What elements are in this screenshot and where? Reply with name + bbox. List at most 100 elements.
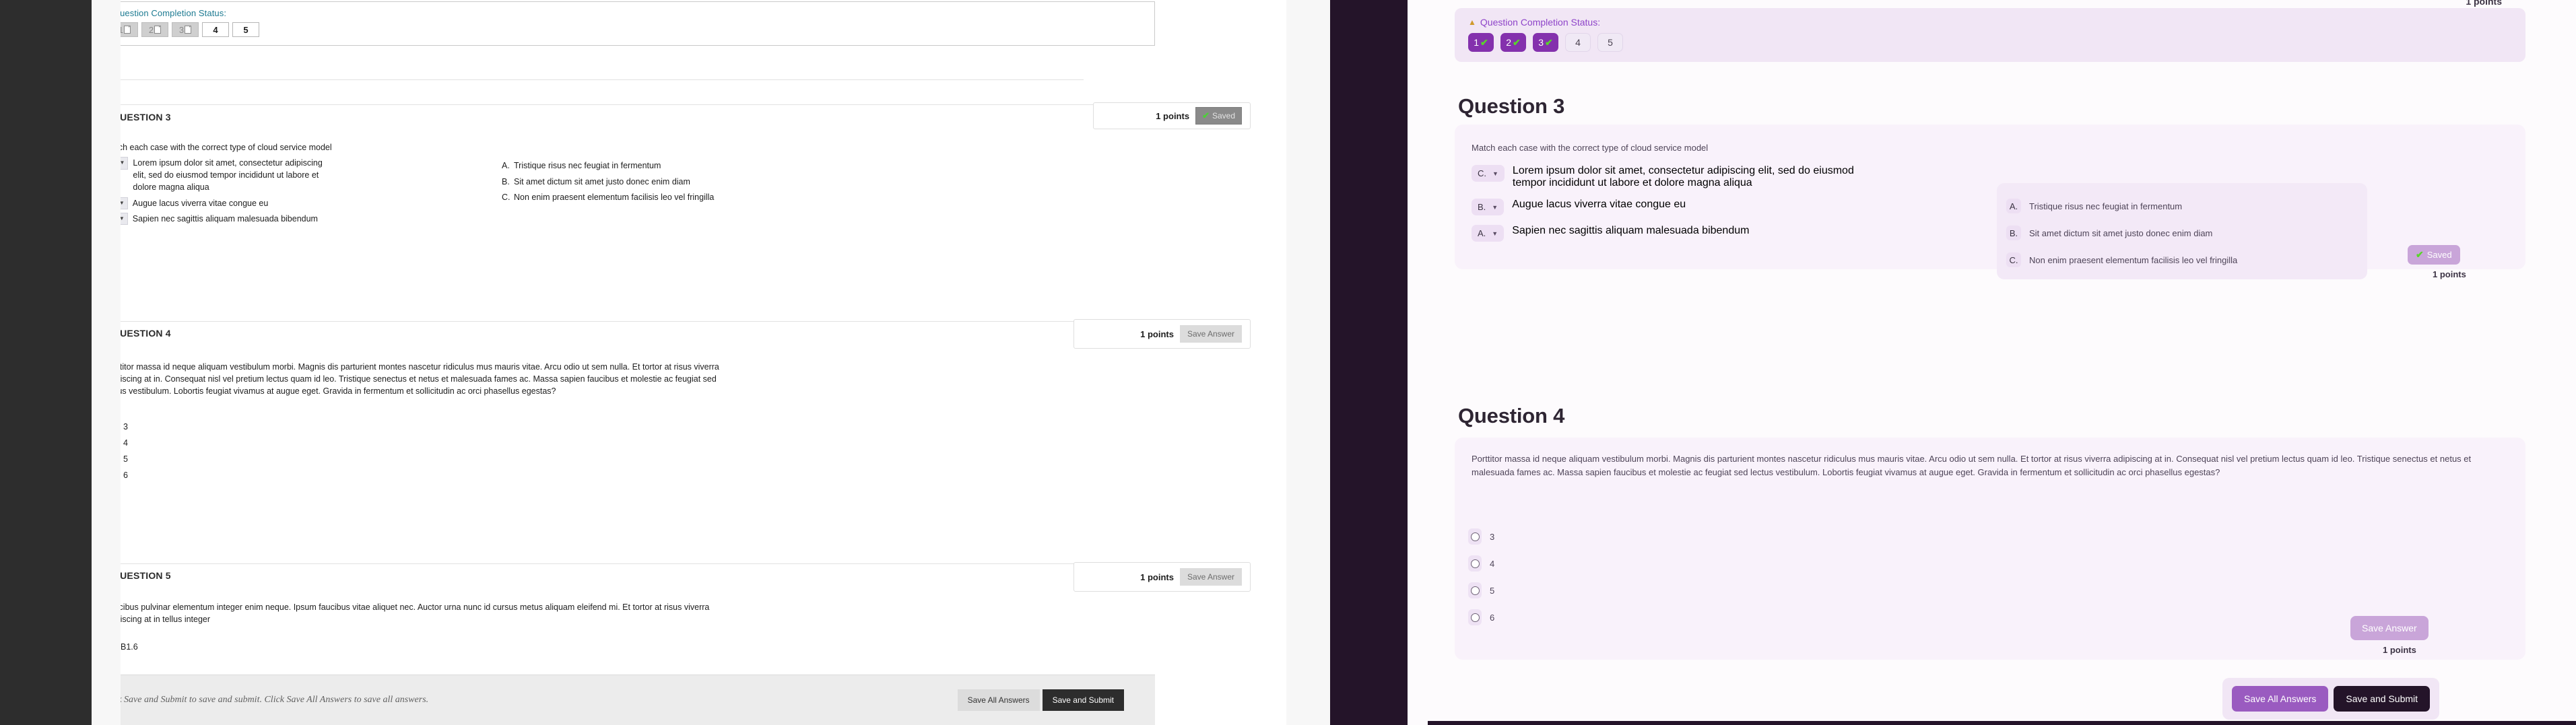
check-icon: ✔ xyxy=(1202,110,1210,121)
match-row: A. ▼ Sapien nec sagittis aliquam malesua… xyxy=(1472,225,2057,242)
option-text: Non enim praesent elementum facilisis le… xyxy=(514,193,714,202)
save-all-answers-button[interactable]: Save All Answers xyxy=(958,689,1040,711)
right-save-all-answers-button[interactable]: Save All Answers xyxy=(2232,686,2328,712)
question-4-save-answer-button[interactable]: Save Answer xyxy=(1180,325,1242,343)
right-question-nav-number: 5 xyxy=(1608,37,1613,48)
question-5-save-answer-button[interactable]: Save Answer xyxy=(1180,568,1242,586)
question-nav-button-2[interactable]: 2 xyxy=(141,22,168,37)
check-icon: ✔ xyxy=(1545,37,1553,48)
radio-option: 4 xyxy=(1468,555,1494,572)
match-row: B. ▼ Augue lacus viverra vitae congue eu xyxy=(1472,199,2057,215)
left-light-gutter xyxy=(92,0,121,725)
radio-icon xyxy=(1471,586,1480,595)
match-text-2: Augue lacus viverra vitae congue eu xyxy=(1512,199,1686,211)
right-question-nav-button-2[interactable]: 2 ✔ xyxy=(1500,33,1526,52)
match-row: C. ▼ Lorem ipsum dolor sit amet, consect… xyxy=(1472,165,2057,189)
question-completion-status-header[interactable]: ▲ Question Completion Status: xyxy=(121,8,1145,18)
match-select-3[interactable]: A. ▼ xyxy=(1472,225,1504,242)
question-5-points: 1 points xyxy=(1140,572,1174,582)
left-dark-gutter xyxy=(0,0,92,725)
right-question-4-points: 1 points xyxy=(2383,645,2416,655)
chevron-down-icon: ▼ xyxy=(121,160,125,166)
right-question-3-option-card: A. Tristique risus nec feugiat in fermen… xyxy=(1997,183,2367,279)
right-question-nav-number: 2 xyxy=(1506,37,1511,48)
question-3-heading: QUESTION 3 xyxy=(121,112,171,123)
chevron-down-icon: ▼ xyxy=(121,200,125,207)
right-question-completion-status-header[interactable]: ▲ Question Completion Status: xyxy=(1468,17,2512,28)
question-nav-button-4[interactable]: 4 xyxy=(202,22,229,37)
bottom-bar-buttons: Save All Answers Save and Submit xyxy=(958,689,1124,711)
pane-gap-white xyxy=(1408,0,1428,725)
question-4-prompt: Porttitor massa id neque aliquam vestibu… xyxy=(121,361,727,397)
question-3-saved-badge[interactable]: ✔ Saved xyxy=(1195,107,1242,125)
radio-label: 4 xyxy=(123,438,128,448)
match-text-3: Sapien nec sagittis aliquam malesuada bi… xyxy=(1512,225,1749,237)
option-letter: B. xyxy=(502,178,510,186)
question-nav-button-3[interactable]: 3 xyxy=(172,22,199,37)
radio-label: 3 xyxy=(1490,532,1494,542)
right-save-and-submit-button[interactable]: Save and Submit xyxy=(2334,686,2430,712)
divider xyxy=(121,321,1097,322)
radio-option: 6 xyxy=(121,471,128,480)
match-select-3-value: A. xyxy=(1478,228,1486,238)
right-question-3-saved-badge[interactable]: ✔ Saved xyxy=(2408,245,2460,265)
question-5-prompt: Faucibus pulvinar elementum integer enim… xyxy=(121,601,734,625)
right-question-nav-button-5[interactable]: 5 xyxy=(1597,33,1623,52)
radio-hit-area[interactable] xyxy=(1468,528,1482,545)
question-nav-number: 2 xyxy=(149,25,154,35)
question-4-heading: QUESTION 4 xyxy=(121,328,171,339)
match-row: A. ▼ Sapien nec sagittis aliquam malesua… xyxy=(121,213,455,225)
right-question-nav-button-4[interactable]: 4 xyxy=(1565,33,1591,52)
radio-option: 5 xyxy=(121,454,128,464)
radio-hit-area[interactable] xyxy=(1468,555,1482,572)
radio-label: 6 xyxy=(123,471,128,480)
page-icon xyxy=(124,26,131,34)
right-question-nav-button-1[interactable]: 1 ✔ xyxy=(1468,33,1494,52)
right-question-nav-button-3[interactable]: 3 ✔ xyxy=(1533,33,1558,52)
question-3-points: 1 points xyxy=(1156,111,1189,121)
question-nav-button-5[interactable]: 5 xyxy=(232,22,259,37)
right-question-nav-number: 4 xyxy=(1575,37,1581,48)
right-top-points: 1 points xyxy=(2466,0,2502,7)
match-select-1[interactable]: C. ▼ xyxy=(121,157,128,169)
checkbox-option: B1.6 xyxy=(121,642,138,652)
right-question-4-prompt: Porttitor massa id neque aliquam vestibu… xyxy=(1472,452,2495,479)
option-text: Tristique risus nec feugiat in fermentum xyxy=(514,162,661,170)
save-and-submit-button[interactable]: Save and Submit xyxy=(1043,689,1124,711)
radio-label: 5 xyxy=(123,454,128,464)
question-nav-button-1[interactable]: 1 xyxy=(121,22,138,37)
option-text: Sit amet dictum sit amet justo donec eni… xyxy=(2029,228,2212,238)
right-question-nav-number: 1 xyxy=(1474,37,1479,48)
page-icon xyxy=(185,26,191,34)
right-question-completion-status-card: ▲ Question Completion Status: 1 ✔ 2 ✔ 3 … xyxy=(1455,8,2525,62)
option-item: A. Tristique risus nec feugiat in fermen… xyxy=(502,162,714,170)
match-select-3[interactable]: A. ▼ xyxy=(121,213,128,225)
right-question-3-matches: C. ▼ Lorem ipsum dolor sit amet, consect… xyxy=(1472,165,2057,251)
match-select-1[interactable]: C. ▼ xyxy=(1472,165,1505,182)
question-completion-status-card: ▲ Question Completion Status: 1 2 3 xyxy=(121,1,1155,46)
option-text: Non enim praesent elementum facilisis le… xyxy=(2029,255,2237,265)
radio-option: 6 xyxy=(1468,609,1494,625)
radio-hit-area[interactable] xyxy=(1468,582,1482,598)
option-letter: C. xyxy=(2006,252,2021,267)
option-text: Tristique risus nec feugiat in fermentum xyxy=(2029,201,2182,211)
option-letter: A. xyxy=(2006,199,2021,213)
right-question-4-choices: 3 4 5 6 xyxy=(1468,528,1494,636)
check-icon: ✔ xyxy=(1480,37,1488,48)
right-bottom-action-bar: Save All Answers Save and Submit xyxy=(2222,678,2439,720)
right-question-4-save-answer-button[interactable]: Save Answer xyxy=(2350,616,2429,640)
right-question-4-heading: Question 4 xyxy=(1458,404,1564,428)
radio-icon xyxy=(1471,559,1480,568)
radio-label: 3 xyxy=(123,422,128,431)
radio-hit-area[interactable] xyxy=(1468,609,1482,625)
chevron-down-icon: ▼ xyxy=(1492,230,1498,237)
match-select-2[interactable]: B. ▼ xyxy=(1472,199,1504,215)
option-item: C. Non enim praesent elementum facilisis… xyxy=(502,193,714,202)
chevron-up-icon: ▲ xyxy=(1468,18,1476,26)
pane-gap-light xyxy=(1286,0,1330,725)
radio-label: 4 xyxy=(1490,559,1494,569)
divider xyxy=(121,563,1097,564)
question-4-points: 1 points xyxy=(1140,329,1174,339)
match-select-2[interactable]: B. ▼ xyxy=(121,197,128,209)
option-item: B. Sit amet dictum sit amet justo donec … xyxy=(502,178,714,186)
